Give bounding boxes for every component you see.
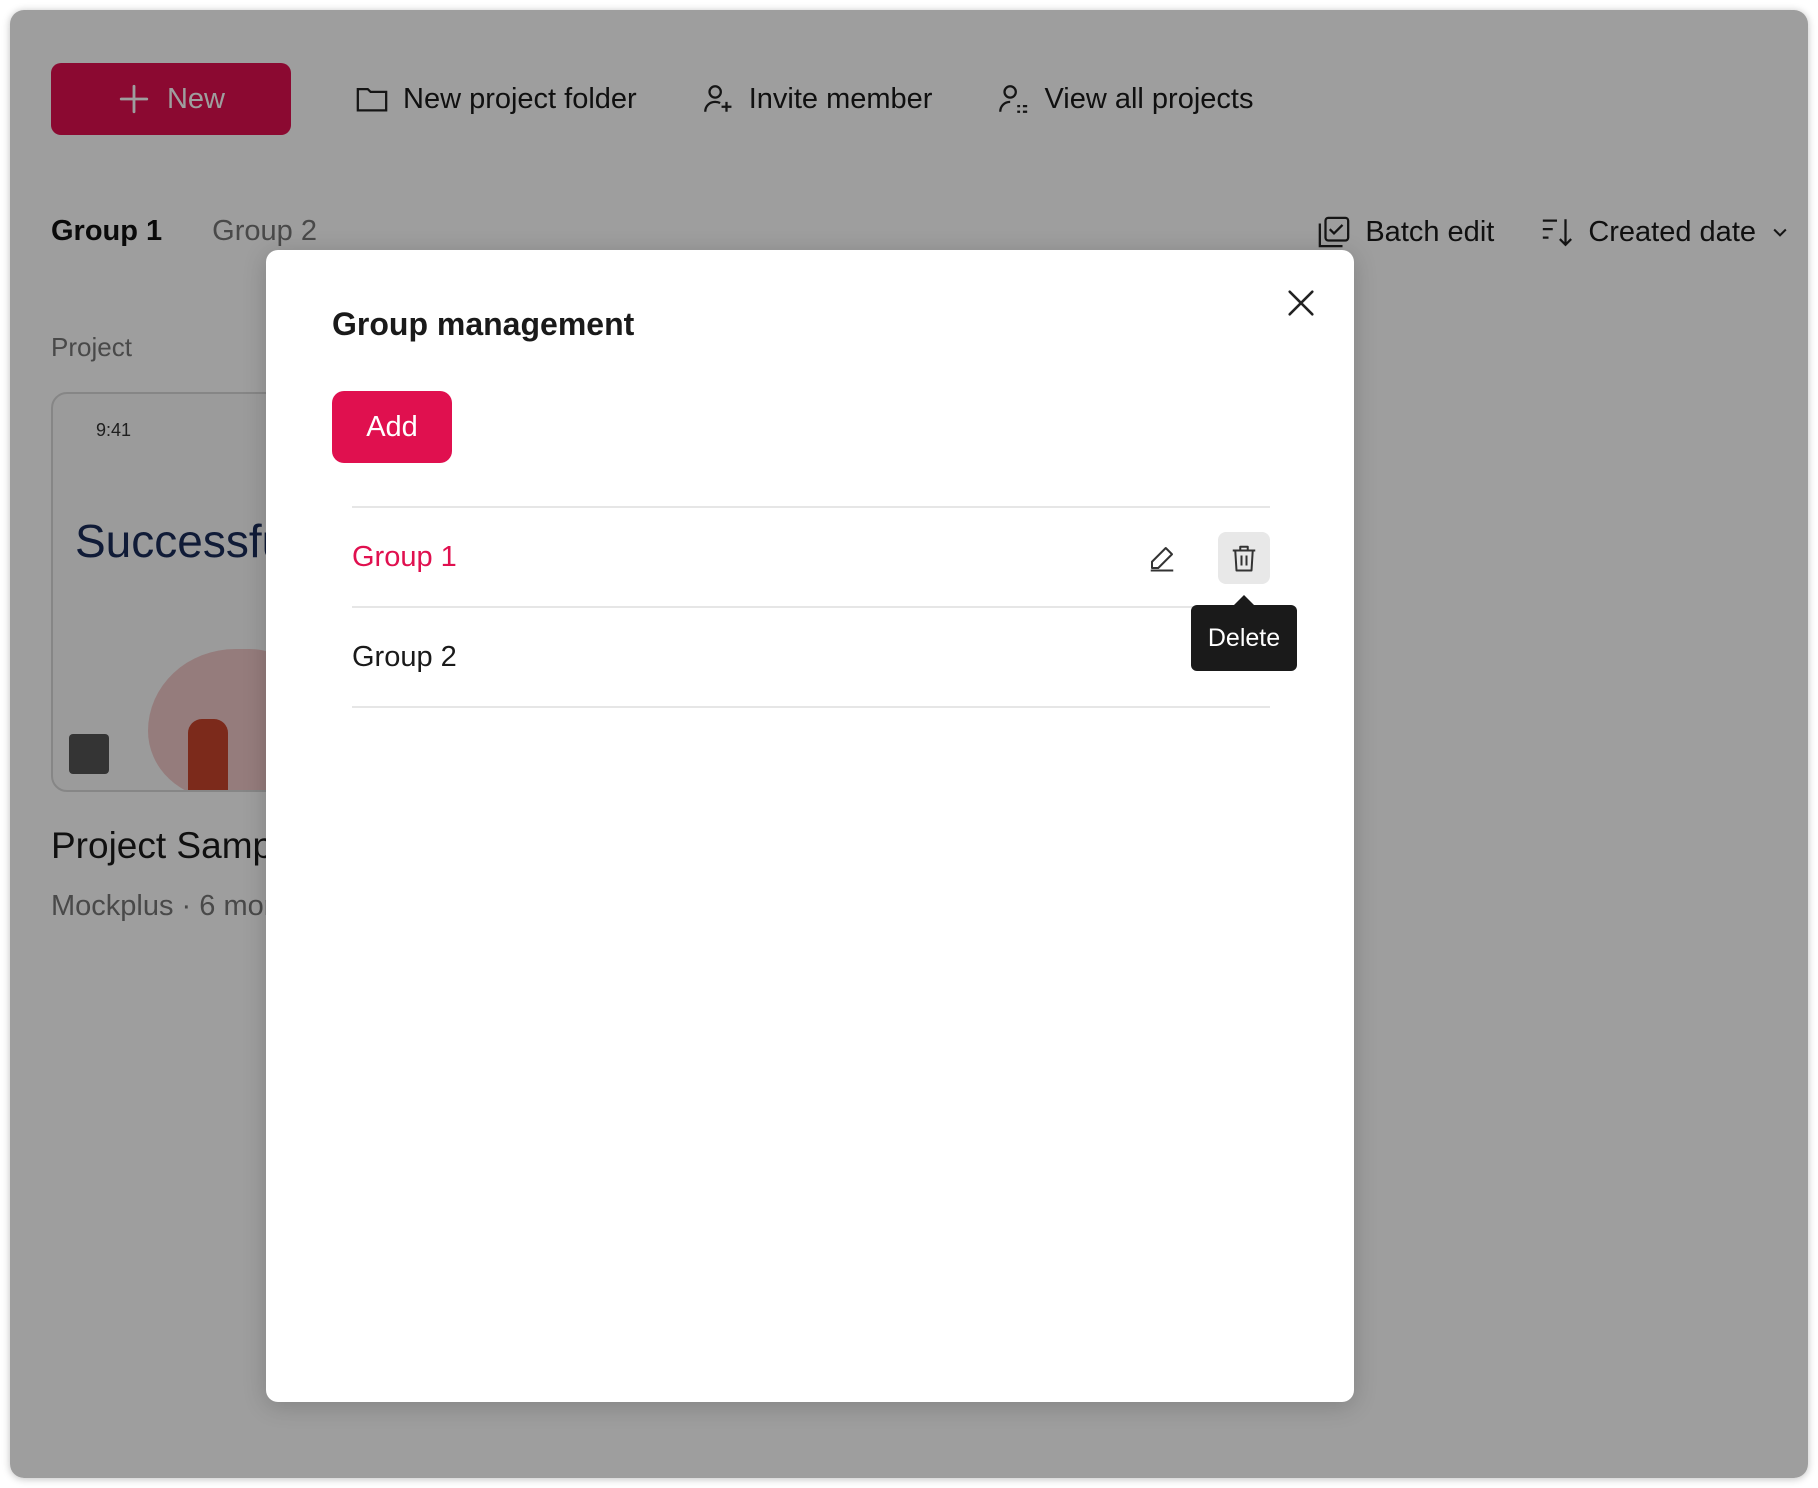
dialog-title: Group management [332, 306, 635, 342]
app-window: New New project folder Invite member Vie… [10, 10, 1808, 1478]
group-management-dialog: Group management Add Group 1 Delete Grou [266, 250, 1354, 1402]
close-icon [1288, 290, 1314, 316]
trash-icon [1232, 545, 1256, 572]
group-list: Group 1 Delete Group 2 [352, 506, 1297, 708]
edit-group-button[interactable] [1136, 532, 1188, 584]
group-row-label: Group 2 [352, 640, 457, 673]
group-row[interactable]: Group 1 Delete [352, 508, 1297, 671]
group-row[interactable]: Group 2 [352, 608, 1270, 708]
delete-group-button[interactable] [1218, 532, 1270, 584]
add-group-button[interactable]: Add [332, 391, 452, 463]
group-row-label: Group 1 [352, 540, 457, 573]
row-actions [1136, 532, 1270, 584]
pencil-icon [1150, 547, 1174, 572]
close-button[interactable] [1284, 286, 1318, 320]
